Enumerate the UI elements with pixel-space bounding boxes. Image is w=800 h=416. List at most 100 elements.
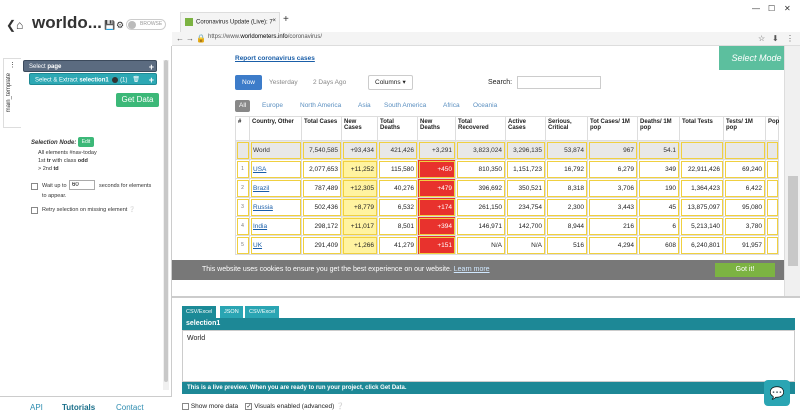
- minimize-icon[interactable]: —: [752, 4, 760, 13]
- table-cell[interactable]: Russia: [249, 197, 302, 217]
- select-extract-node[interactable]: Select & Extract selection1 (1) 🗑 +: [29, 73, 157, 85]
- column-header[interactable]: Total Tests: [679, 116, 724, 141]
- region-tab-north-america[interactable]: North America: [296, 100, 345, 112]
- tab-csv-wide[interactable]: CSV/Excel Wide (beta): [245, 306, 280, 339]
- table-cell[interactable]: Brazil: [249, 178, 302, 198]
- table-row[interactable]: 5 UK 291,409 +1,266 41,279 +151 N/A N/A 516 4,294…: [235, 235, 779, 255]
- select-page-node[interactable]: Select page +: [23, 60, 157, 72]
- table-row[interactable]: 1 USA 2,077,653 +11,252 115,580 +450 810,350 1,…: [235, 159, 779, 179]
- search-label: Search:: [488, 79, 513, 86]
- table-cell[interactable]: World: [249, 140, 302, 160]
- wait-seconds-input[interactable]: [69, 180, 95, 190]
- column-header[interactable]: Serious, Critical: [545, 116, 588, 141]
- close-window-icon[interactable]: ✕: [784, 4, 791, 13]
- tab-two-days-ago[interactable]: 2 Days Ago: [306, 75, 353, 90]
- column-header[interactable]: Country, Other: [249, 116, 302, 141]
- column-header[interactable]: Tot Cases/ 1M pop: [587, 116, 638, 141]
- learn-more-link[interactable]: Learn more: [454, 266, 490, 273]
- cookie-message: This website uses cookies to ensure you …: [202, 266, 452, 273]
- table-search-input[interactable]: [517, 76, 601, 89]
- show-more-checkbox[interactable]: [182, 402, 189, 410]
- desc-text: with class: [50, 158, 78, 164]
- table-cell: [765, 140, 779, 160]
- report-cases-link[interactable]: Report coronavirus cases: [235, 55, 315, 62]
- column-header[interactable]: New Cases: [341, 116, 378, 141]
- tab-title: Coronavirus Update (Live): 7: [196, 19, 273, 26]
- table-row[interactable]: 2 Brazil 787,489 +12,305 40,276 +479 396,692 35…: [235, 178, 779, 198]
- column-header[interactable]: Tests/ 1M pop: [723, 116, 766, 141]
- contact-link[interactable]: Contact: [116, 403, 144, 412]
- tab-json[interactable]: JSON: [220, 306, 243, 318]
- new-tab-icon[interactable]: +: [283, 14, 289, 25]
- table-cell: [765, 235, 779, 255]
- table-cell: [765, 197, 779, 217]
- column-header[interactable]: Pop: [765, 116, 779, 141]
- table-cell[interactable]: India: [249, 216, 302, 236]
- column-header[interactable]: Active Cases: [505, 116, 546, 141]
- table-cell[interactable]: UK: [249, 235, 302, 255]
- table-row[interactable]: 3 Russia 502,436 +8,779 6,532 +174 261,150 234,…: [235, 197, 779, 217]
- help-icon[interactable]: ❔: [129, 207, 136, 213]
- scrollbar-thumb[interactable]: [164, 60, 168, 382]
- column-header[interactable]: Total Cases: [301, 116, 342, 141]
- region-tab-europe[interactable]: Europe: [258, 100, 287, 112]
- bookmark-icon[interactable]: ☆: [758, 34, 765, 43]
- scrollbar-thumb[interactable]: [788, 176, 798, 266]
- browser-tab[interactable]: Coronavirus Update (Live): 7 ×: [180, 12, 280, 32]
- add-command-icon[interactable]: +: [149, 75, 154, 85]
- help-icon[interactable]: ❔: [336, 403, 344, 410]
- url-field[interactable]: https://www.worldometers.info/coronaviru…: [208, 34, 638, 44]
- region-tab-south-america[interactable]: South America: [380, 100, 430, 112]
- template-tab[interactable]: ⋮ main_template: [3, 58, 21, 128]
- retry-checkbox[interactable]: [31, 207, 38, 214]
- dark-circle-icon[interactable]: [112, 77, 119, 83]
- node-prefix: Select: [29, 64, 48, 70]
- chat-support-icon[interactable]: 💬: [764, 380, 790, 406]
- api-link[interactable]: API: [30, 403, 43, 412]
- wait-checkbox[interactable]: [31, 183, 38, 190]
- selection-node-label: Selection Node:: [31, 140, 77, 146]
- region-tab-asia[interactable]: Asia: [354, 100, 375, 112]
- visuals-checkbox[interactable]: ✓: [245, 402, 253, 410]
- page-scrollbar[interactable]: [784, 46, 800, 296]
- menu-icon[interactable]: ⋮: [786, 34, 794, 43]
- region-tab-all[interactable]: All: [235, 100, 251, 112]
- column-header[interactable]: New Deaths: [417, 116, 456, 141]
- region-tab-africa[interactable]: Africa: [439, 100, 464, 112]
- region-tab-oceania[interactable]: Oceania: [469, 100, 501, 112]
- column-header[interactable]: Total Recovered: [455, 116, 506, 141]
- back-icon[interactable]: ←: [176, 34, 184, 43]
- edit-button[interactable]: Edit: [78, 137, 94, 147]
- table-cell: 54.1: [637, 140, 680, 160]
- get-data-button[interactable]: Get Data: [116, 93, 159, 107]
- project-title[interactable]: worldo...: [32, 13, 102, 33]
- column-header[interactable]: Total Deaths: [377, 116, 418, 141]
- add-command-icon[interactable]: +: [149, 62, 154, 72]
- close-tab-icon[interactable]: ×: [272, 18, 276, 24]
- table-row[interactable]: World 7,540,585 +93,434 421,426 +3,291 3,823,…: [235, 140, 779, 160]
- got-it-button[interactable]: Got it!: [715, 263, 775, 277]
- forward-icon[interactable]: →: [186, 34, 194, 43]
- delete-icon[interactable]: 🗑: [132, 76, 140, 83]
- sidebar-scrollbar[interactable]: [163, 60, 169, 390]
- save-icon[interactable]: 💾: [104, 20, 115, 31]
- tab-yesterday[interactable]: Yesterday: [262, 75, 305, 90]
- column-header[interactable]: Deaths/ 1M pop: [637, 116, 680, 141]
- home-icon[interactable]: ❮⌂: [6, 18, 23, 32]
- node-count: (1): [120, 77, 128, 84]
- tab-csv[interactable]: CSV/Excel: [182, 306, 217, 318]
- column-header[interactable]: #: [235, 116, 250, 141]
- tutorials-link[interactable]: Tutorials: [62, 403, 95, 412]
- columns-dropdown[interactable]: Columns ▾: [368, 75, 413, 90]
- tab-now[interactable]: Now: [235, 75, 263, 90]
- gear-icon[interactable]: ⚙: [116, 20, 124, 31]
- download-icon[interactable]: ⬇: [772, 34, 779, 43]
- table-cell: 1,151,723: [505, 159, 546, 179]
- desc-class: odd: [77, 158, 88, 164]
- table-row[interactable]: 4 India 298,172 +11,017 8,501 +394 146,971 142,…: [235, 216, 779, 236]
- select-mode-banner[interactable]: Select Mode: [719, 46, 794, 70]
- more-icon[interactable]: ⋮: [9, 61, 16, 69]
- maximize-icon[interactable]: ☐: [768, 4, 775, 13]
- table-cell[interactable]: USA: [249, 159, 302, 179]
- browse-toggle[interactable]: BROWSE: [126, 19, 166, 30]
